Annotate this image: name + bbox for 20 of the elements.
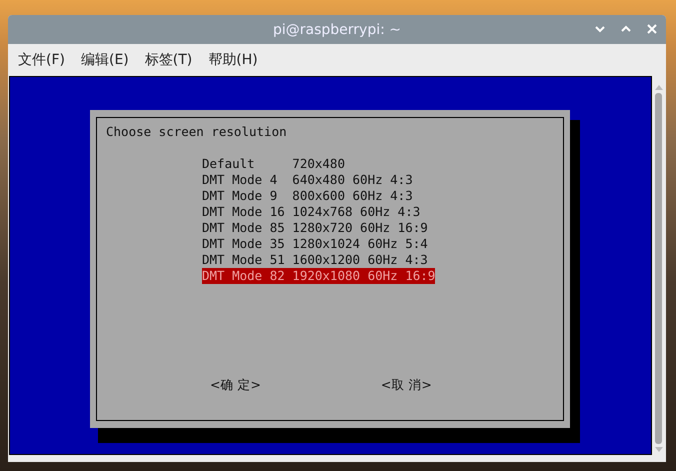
scrollbar-thumb[interactable]	[655, 93, 662, 444]
resolution-option[interactable]: DMT Mode 82 1920x1080 60Hz 16:9	[202, 268, 436, 284]
dialog-button[interactable]: <取 消>	[380, 377, 432, 394]
dialog-button[interactable]: <确 定>	[210, 377, 261, 394]
menu-item[interactable]: 标签(T)	[144, 51, 192, 69]
menu-item[interactable]: 编辑(E)	[80, 51, 129, 69]
menu-item[interactable]: 文件(F)	[18, 51, 65, 69]
resolution-option[interactable]: DMT Mode 4 640x480 60Hz 4:3	[202, 172, 413, 188]
resolution-option[interactable]: DMT Mode 16 1024x768 60Hz 4:3	[202, 204, 420, 220]
resolution-option[interactable]: DMT Mode 51 1600x1200 60Hz 4:3	[202, 252, 428, 268]
dialog-title: Choose screen resolution	[106, 124, 288, 139]
menu-item[interactable]: 帮助(H)	[208, 51, 258, 69]
scroll-down-icon[interactable]	[654, 447, 664, 453]
scroll-up-icon[interactable]	[654, 84, 664, 90]
window-title: pi@raspberrypi: ~	[272, 22, 402, 38]
resolution-option[interactable]: Default 720x480	[202, 156, 345, 172]
resolution-option[interactable]: DMT Mode 9 800x600 60Hz 4:3	[202, 188, 413, 204]
resolution-option[interactable]: DMT Mode 35 1280x1024 60Hz 5:4	[202, 236, 428, 252]
close-icon[interactable]	[646, 23, 658, 35]
resolution-option[interactable]: DMT Mode 85 1280x720 60Hz 16:9	[202, 220, 428, 236]
